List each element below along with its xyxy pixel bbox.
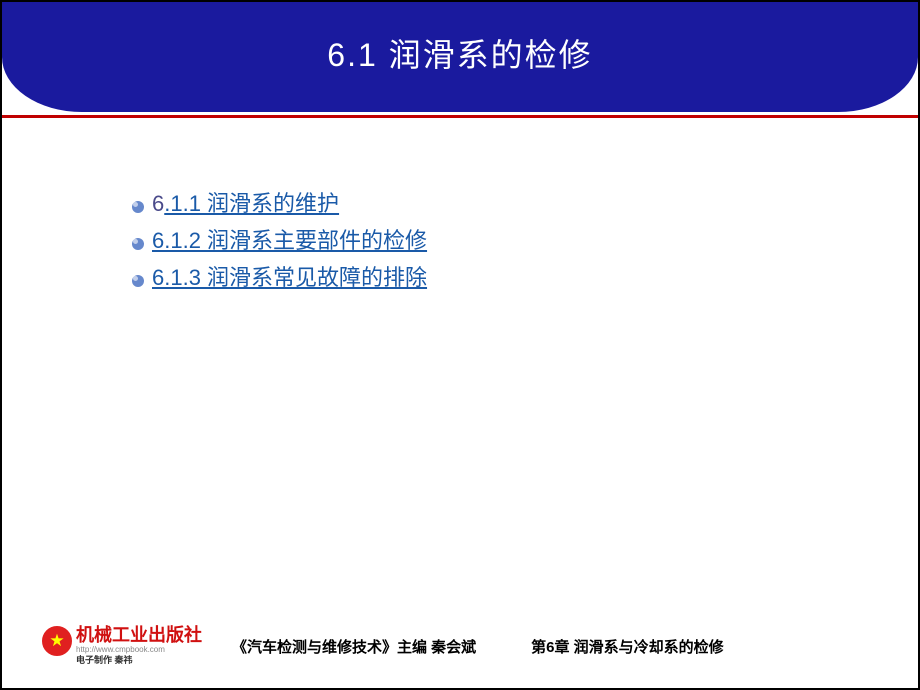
- publisher-text: 机械工业出版社 http://www.cmpbook.com 电子制作 秦祎: [76, 626, 202, 666]
- content-area: 6.1.1 润滑系的维护 6.1.2 润滑系主要部件的检修 6.1.3 润滑系常…: [132, 187, 832, 298]
- section-link-6-1-2[interactable]: 6.1.2 润滑系主要部件的检修: [152, 228, 427, 253]
- slide-title: 6.1 润滑系的检修: [2, 30, 918, 76]
- chapter-title: 第6章 润滑系与冷却系的检修: [531, 636, 724, 657]
- bullet-icon: [132, 201, 144, 213]
- publisher-name: 机械工业出版社: [76, 626, 202, 644]
- publisher-logo: ★ 机械工业出版社 http://www.cmpbook.com 电子制作 秦祎: [42, 626, 202, 666]
- list-item: 6.1.2 润滑系主要部件的检修: [132, 224, 832, 257]
- slide: 6.1 润滑系的检修 6.1.1 润滑系的维护 6.1.2 润滑系主要部件的检修…: [2, 2, 918, 688]
- header-divider: [2, 115, 918, 118]
- bullet-icon: [132, 275, 144, 287]
- list-item: 6.1.1 润滑系的维护: [132, 187, 832, 220]
- publisher-url: http://www.cmpbook.com: [76, 645, 202, 655]
- slide-header: 6.1 润滑系的检修: [2, 2, 918, 132]
- slide-maker: 电子制作 秦祎: [76, 655, 202, 666]
- slide-footer: ★ 机械工业出版社 http://www.cmpbook.com 电子制作 秦祎…: [2, 618, 918, 674]
- bullet-icon: [132, 238, 144, 250]
- list-item: 6.1.3 润滑系常见故障的排除: [132, 261, 832, 294]
- item-number: 6: [152, 191, 164, 216]
- section-link-6-1-1[interactable]: .1.1 润滑系的维护: [164, 191, 339, 216]
- book-title: 《汽车检测与维修技术》主编 秦会斌: [232, 636, 476, 657]
- section-link-6-1-3[interactable]: 6.1.3 润滑系常见故障的排除: [152, 265, 427, 290]
- star-icon: ★: [42, 626, 72, 656]
